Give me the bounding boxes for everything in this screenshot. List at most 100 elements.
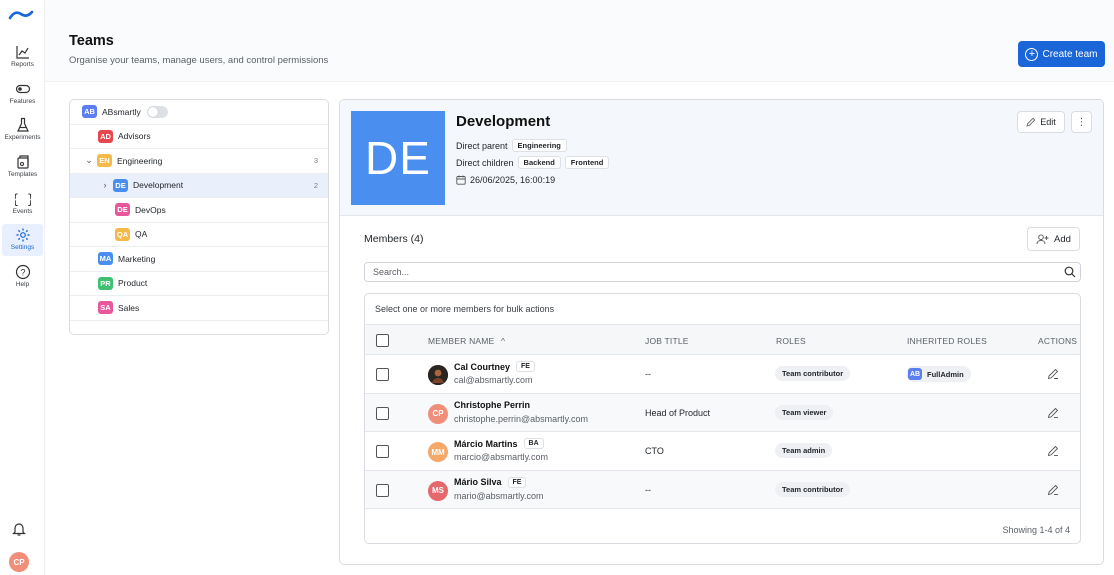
sidebar-item-features[interactable]: Features [0, 81, 45, 106]
team-badge: QA [115, 227, 130, 241]
member-job: CTO [645, 446, 664, 456]
edit-member-icon[interactable] [1047, 407, 1059, 419]
search-icon[interactable] [1064, 266, 1076, 278]
member-team-tag: BA [523, 438, 544, 449]
kebab-icon: ⋮ [1076, 116, 1087, 128]
chevron-right-icon[interactable]: › [100, 180, 110, 190]
team-avatar: DE [351, 111, 445, 205]
pencil-icon [1026, 117, 1036, 127]
chart-icon [15, 46, 29, 59]
edit-member-icon[interactable] [1047, 368, 1059, 380]
member-email: christophe.perrin@absmartly.com [454, 413, 589, 424]
team-badge: MA [98, 252, 113, 266]
tree-row-devops[interactable]: DE DevOps [70, 198, 328, 223]
sidebar-item-reports[interactable]: Reports [0, 44, 45, 69]
tree-row-sales[interactable]: SA Sales [70, 296, 328, 321]
select-all-checkbox[interactable] [376, 334, 389, 347]
tree-row-label: Product [118, 278, 148, 289]
table-row[interactable]: Cal Courtney FE cal@absmartly.com -- Team… [365, 355, 1080, 394]
member-name-text: Márcio Martins [454, 438, 518, 449]
member-search-input[interactable] [364, 262, 1081, 282]
calendar-icon [456, 175, 466, 185]
members-table: Select one or more members for bulk acti… [364, 293, 1081, 544]
team-badge: AD [98, 129, 113, 143]
col-actions: ACTIONS [1038, 336, 1078, 346]
help-icon: ? [15, 264, 30, 280]
inherited-role-text: FullAdmin [927, 369, 964, 379]
role-badge: Team admin [775, 443, 833, 458]
child-chip[interactable]: Frontend [564, 156, 610, 169]
row-checkbox[interactable] [376, 445, 389, 458]
sidebar-item-label: Experiments [4, 134, 41, 141]
toggle-switch[interactable] [146, 105, 168, 118]
add-label: Add [1054, 233, 1071, 245]
chevron-down-icon[interactable]: ⌄ [84, 155, 94, 166]
member-name-text: Cal Courtney [454, 361, 511, 372]
sidebar-item-events[interactable]: { } Events [0, 191, 45, 216]
sidebar-item-experiments[interactable]: Experiments [0, 117, 45, 142]
sidebar-item-label: Templates [7, 171, 38, 178]
user-avatar[interactable]: CP [9, 552, 29, 572]
template-icon [16, 155, 29, 169]
member-name: Cal Courtney FE [454, 361, 535, 372]
sidebar-item-label: Help [15, 281, 30, 288]
gear-icon [16, 228, 29, 242]
sidebar: Reports Features Experiments Templates {… [0, 0, 45, 575]
child-chip[interactable]: Backend [517, 156, 561, 169]
edit-member-icon[interactable] [1047, 445, 1059, 457]
team-detail-panel: DE Development Direct parent Engineering… [339, 99, 1104, 565]
tree-row-qa[interactable]: QA QA [70, 223, 328, 247]
sidebar-item-label: Reports [11, 61, 34, 68]
col-member-name[interactable]: MEMBER NAME ^ [428, 336, 505, 346]
tree-row-marketing[interactable]: MA Marketing [70, 247, 328, 272]
page-subtitle: Organise your teams, manage users, and c… [69, 55, 329, 66]
direct-children: Direct children Backend Frontend [456, 156, 610, 169]
sidebar-item-templates[interactable]: Templates [0, 154, 45, 179]
sidebar-item-help[interactable]: ? Help [0, 264, 45, 289]
tree-row-label: DevOps [135, 204, 166, 215]
parent-chip[interactable]: Engineering [511, 139, 567, 152]
table-row[interactable]: MM Márcio Martins BA marcio@absmartly.com… [365, 432, 1080, 471]
row-checkbox[interactable] [376, 483, 389, 497]
edit-team-button[interactable]: Edit [1017, 111, 1065, 133]
sidebar-item-settings[interactable]: Settings [2, 224, 43, 256]
tree-row-product[interactable]: PR Product [70, 272, 328, 296]
sort-asc-icon: ^ [501, 336, 506, 346]
create-team-button[interactable]: + Create team [1018, 41, 1105, 67]
avatar: MS [428, 480, 448, 501]
sidebar-item-label: Settings [10, 244, 35, 251]
member-email: marcio@absmartly.com [454, 452, 548, 462]
add-member-button[interactable]: Add [1027, 227, 1080, 251]
table-row[interactable]: MS Mário Silva FE mario@absmartly.com -- … [365, 470, 1080, 509]
direct-children-label: Direct children [456, 157, 514, 168]
braces-icon: { } [15, 193, 31, 208]
tree-row-label: Development [133, 180, 184, 191]
child-count: 2 [313, 180, 318, 190]
sidebar-item-label: Features [9, 98, 36, 105]
bell-icon[interactable] [11, 521, 27, 537]
role-badge: Team contributor [775, 366, 851, 381]
tree-row-advisors[interactable]: AD Advisors [70, 125, 328, 149]
tree-row-engineering[interactable]: ⌄ EN Engineering 3 [70, 149, 328, 174]
member-name: Márcio Martins BA [454, 438, 544, 449]
edit-member-icon[interactable] [1047, 484, 1059, 496]
tree-row-absmartly[interactable]: AB ABsmartly [70, 100, 328, 125]
avatar: MM [428, 442, 448, 462]
child-count: 3 [313, 156, 318, 166]
member-email: mario@absmartly.com [454, 490, 544, 501]
member-job: -- [645, 484, 651, 495]
user-photo [428, 365, 448, 385]
role-badge: Team contributor [775, 481, 851, 497]
more-options-button[interactable]: ⋮ [1071, 111, 1092, 133]
col-inherited-roles: INHERITED ROLES [907, 336, 987, 346]
member-team-tag: FE [516, 361, 535, 372]
row-checkbox[interactable] [376, 368, 389, 381]
team-badge: PR [98, 276, 113, 290]
team-badge: AB [82, 105, 97, 119]
member-email: cal@absmartly.com [454, 375, 533, 385]
absmartly-logo[interactable] [8, 8, 34, 20]
table-row[interactable]: CP Christophe Perrin christophe.perrin@a… [365, 393, 1080, 432]
tree-row-development[interactable]: › DE Development 2 [70, 173, 328, 198]
team-badge: AB [908, 368, 922, 380]
row-checkbox[interactable] [376, 406, 389, 420]
